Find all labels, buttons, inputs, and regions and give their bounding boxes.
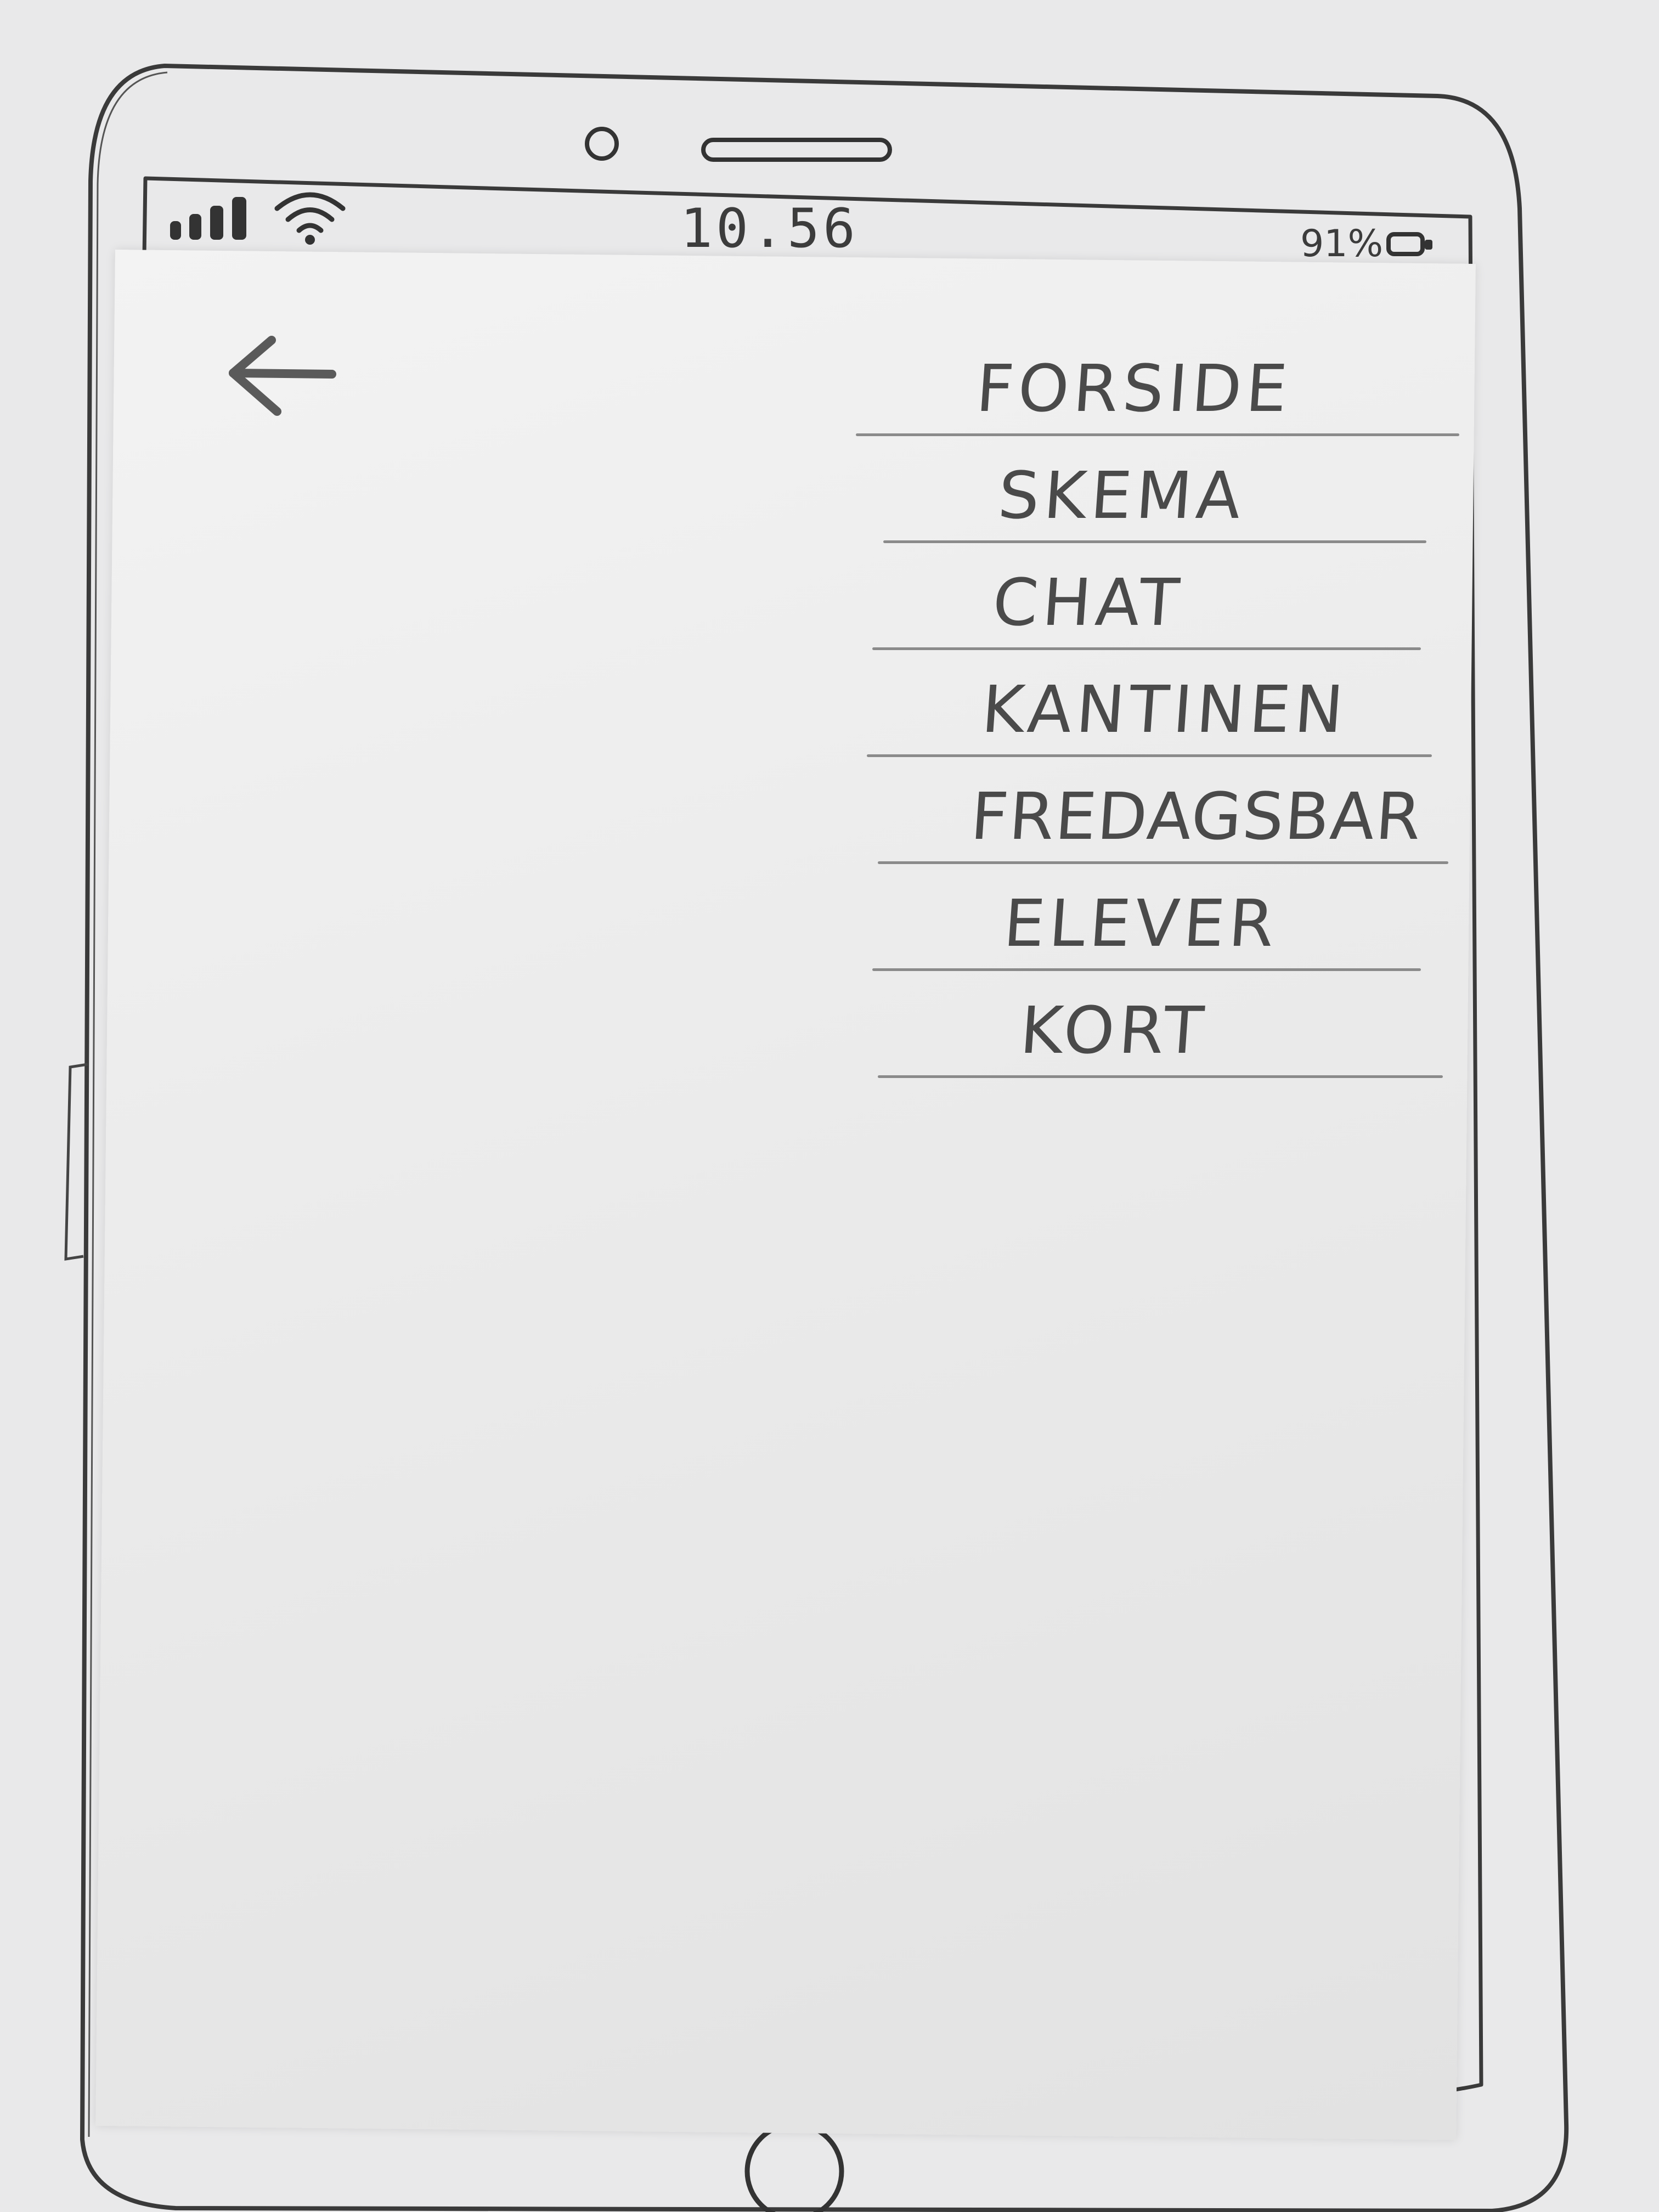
menu-item-label: ELEVER bbox=[1001, 885, 1281, 961]
back-arrow-icon[interactable] bbox=[222, 335, 337, 417]
menu-item-chat[interactable]: CHAT bbox=[856, 543, 1459, 650]
menu-item-label: FREDAGSBAR bbox=[968, 778, 1425, 854]
navigation-menu: FORSIDE SKEMA CHAT KANTINEN FREDAGSBAR E… bbox=[856, 329, 1459, 1078]
menu-item-label: CHAT bbox=[990, 565, 1186, 640]
menu-item-kort[interactable]: KORT bbox=[856, 971, 1459, 1078]
status-time: 10.56 bbox=[680, 198, 859, 260]
signal-bars-icon bbox=[170, 197, 246, 240]
menu-item-fredagsbar[interactable]: FREDAGSBAR bbox=[856, 757, 1459, 864]
menu-divider bbox=[878, 1075, 1443, 1078]
menu-item-skema[interactable]: SKEMA bbox=[856, 436, 1459, 543]
wifi-icon bbox=[274, 192, 346, 245]
menu-item-label: SKEMA bbox=[996, 458, 1248, 533]
battery-icon bbox=[1386, 232, 1433, 256]
menu-item-label: KANTINEN bbox=[979, 672, 1351, 747]
menu-item-elever[interactable]: ELEVER bbox=[856, 864, 1459, 971]
menu-item-label: KORT bbox=[1018, 992, 1211, 1068]
menu-item-kantinen[interactable]: KANTINEN bbox=[856, 650, 1459, 757]
menu-item-label: FORSIDE bbox=[974, 351, 1294, 426]
menu-item-forside[interactable]: FORSIDE bbox=[856, 329, 1459, 436]
battery-percentage: 91% bbox=[1300, 222, 1384, 266]
status-battery: 91% bbox=[1300, 222, 1433, 266]
